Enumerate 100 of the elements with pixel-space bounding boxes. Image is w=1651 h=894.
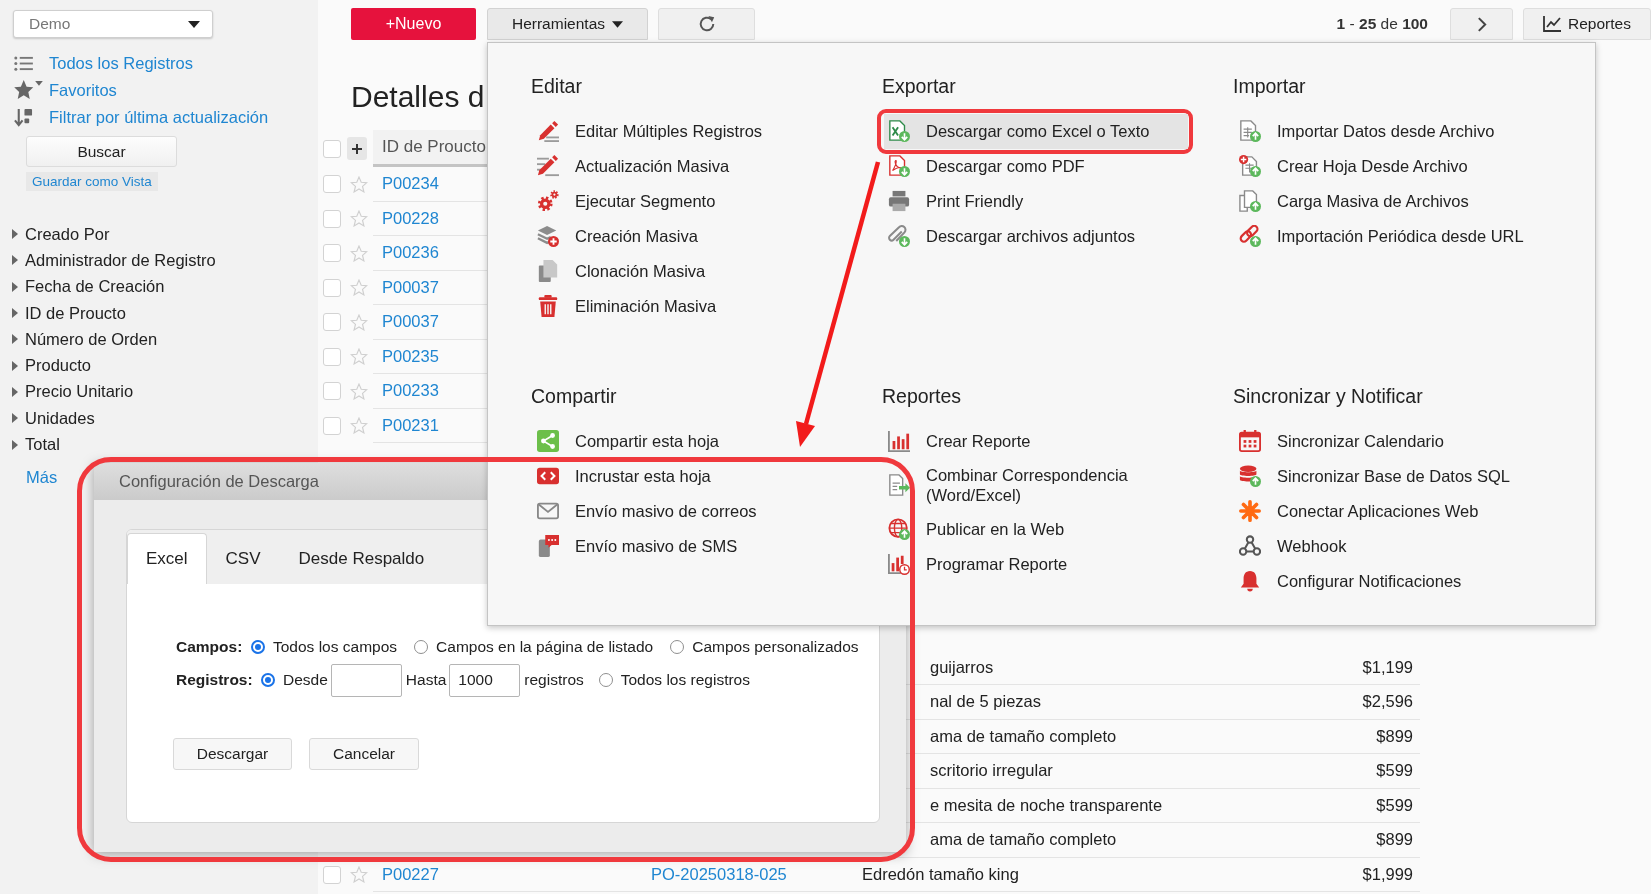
filter-field-item[interactable]: Administrador de Registro	[0, 247, 216, 274]
star-icon[interactable]	[350, 382, 368, 400]
record-id-link[interactable]: P00235	[382, 346, 439, 366]
row-checkbox[interactable]	[323, 209, 341, 228]
refresh-button[interactable]	[658, 8, 755, 40]
search-button[interactable]: Buscar	[26, 136, 177, 167]
filter-field-item[interactable]: Total	[0, 431, 60, 458]
record-id-link[interactable]: P00227	[382, 864, 439, 884]
radio-label[interactable]: Todos los registros	[620, 671, 750, 689]
menu-item[interactable]: Print Friendly	[884, 183, 1188, 219]
row-checkbox[interactable]	[323, 382, 341, 401]
menu-item[interactable]: Envío masivo de SMS	[533, 528, 837, 564]
record-id-link[interactable]: P00233	[382, 381, 439, 401]
bar-chart-icon	[888, 430, 910, 452]
menu-item[interactable]: Descargar archivos adjuntos	[884, 218, 1188, 254]
record-id-link[interactable]: P00234	[382, 174, 439, 194]
tools-button[interactable]: Herramientas	[487, 8, 648, 40]
menu-item[interactable]: Publicar en la Web	[884, 511, 1188, 547]
tab[interactable]: Desde Respaldo	[279, 533, 444, 584]
menu-item[interactable]: Descargar como PDF	[884, 148, 1188, 184]
radio-label[interactable]: Campos personalizados	[692, 638, 859, 656]
menu-item[interactable]: Sincronizar Calendario	[1235, 423, 1539, 459]
menu-item[interactable]: Eliminación Masiva	[533, 288, 837, 324]
record-id-link[interactable]: P00037	[382, 277, 439, 297]
menu-item[interactable]: Editar Múltiples Registros	[533, 113, 837, 149]
row-checkbox[interactable]	[323, 175, 341, 194]
radio-button[interactable]	[251, 640, 265, 654]
menu-item[interactable]: Conectar Aplicaciones Web	[1235, 493, 1539, 529]
sort-down-icon	[14, 107, 33, 127]
select-all-checkbox[interactable]	[323, 139, 341, 158]
record-id-link[interactable]: P00037	[382, 312, 439, 332]
radio-label[interactable]: Desde	[283, 671, 328, 689]
star-icon[interactable]	[350, 417, 368, 435]
input-field[interactable]	[330, 663, 402, 697]
add-column-button[interactable]	[347, 137, 367, 160]
link-upload-icon	[1239, 225, 1261, 247]
radio-label[interactable]: Todos los campos	[273, 638, 398, 656]
download-button[interactable]: Descargar	[173, 738, 292, 770]
record-id-link[interactable]: P00228	[382, 208, 439, 228]
filter-field-item[interactable]: ID de Proucto	[0, 299, 126, 327]
new-button[interactable]: +Nuevo	[351, 8, 476, 40]
filter-field-item[interactable]: Creado Por	[0, 221, 110, 248]
reports-button[interactable]: Reportes	[1523, 8, 1651, 40]
menu-item[interactable]: Sincronizar Base de Datos SQL	[1235, 458, 1539, 494]
menu-item[interactable]: Importar Datos desde Archivo	[1235, 113, 1539, 149]
menu-item[interactable]: Programar Reporte	[884, 546, 1188, 582]
sidebar-link[interactable]: Favoritos	[0, 76, 117, 104]
table-cell: scritorio irregular	[930, 761, 1053, 781]
menu-item[interactable]: Crear Hoja Desde Archivo	[1235, 148, 1539, 184]
radio-button[interactable]	[598, 673, 613, 687]
filter-field-item[interactable]: Unidades	[0, 405, 95, 432]
menu-item[interactable]: Creación Masiva	[533, 218, 837, 254]
menu-item[interactable]: Clonación Masiva	[533, 253, 837, 289]
sidebar-link[interactable]: Filtrar por última actualización	[0, 103, 269, 131]
menu-item[interactable]: Configurar Notificaciones	[1235, 563, 1539, 599]
star-icon[interactable]	[350, 866, 368, 884]
star-icon[interactable]	[350, 175, 368, 193]
document-arrow-icon	[888, 474, 910, 496]
radio-button[interactable]	[670, 640, 685, 654]
radio-label[interactable]: Campos en la página de listado	[436, 638, 654, 656]
menu-item[interactable]: Carga Masiva de Archivos	[1235, 183, 1539, 219]
row-checkbox[interactable]	[323, 347, 341, 366]
view-select[interactable]: Demo	[13, 10, 213, 38]
menu-item[interactable]: Actualización Masiva	[533, 148, 837, 184]
star-icon[interactable]	[350, 210, 368, 228]
filter-field-item[interactable]: Producto	[0, 352, 92, 379]
tab[interactable]: Excel	[127, 533, 207, 584]
record-id-link[interactable]: P00236	[382, 243, 439, 263]
input-field[interactable]: 1000	[449, 663, 521, 697]
paperclip-download-icon	[888, 225, 910, 247]
menu-item[interactable]: Crear Reporte	[884, 423, 1188, 459]
radio-button[interactable]	[414, 640, 429, 654]
next-page-button[interactable]	[1450, 8, 1513, 40]
star-icon[interactable]	[350, 348, 368, 366]
row-checkbox[interactable]	[323, 313, 341, 332]
menu-item[interactable]: Webhook	[1235, 528, 1539, 564]
filter-field-item[interactable]: Fecha de Creación	[0, 273, 165, 300]
plus-icon	[352, 143, 362, 154]
menu-item[interactable]: Importación Periódica desde URL	[1235, 218, 1539, 254]
star-icon[interactable]	[350, 244, 368, 262]
row-checkbox[interactable]	[323, 244, 341, 263]
star-icon[interactable]	[350, 279, 368, 297]
gears-icon	[537, 190, 559, 212]
record-id-link[interactable]: P00231	[382, 415, 439, 435]
row-checkbox[interactable]	[323, 278, 341, 297]
filter-field-item[interactable]: Precio Unitario	[0, 378, 134, 406]
cancel-button[interactable]: Cancelar	[309, 738, 419, 770]
tab[interactable]: CSV	[206, 533, 280, 584]
more-link[interactable]: Más	[26, 465, 58, 488]
pencil-lines-icon	[537, 155, 559, 177]
field-label: Registros:	[176, 671, 253, 688]
sidebar-link[interactable]: Todos los Registros	[0, 49, 193, 77]
star-icon[interactable]	[350, 313, 368, 331]
menu-item[interactable]: Descargar como Excel o Texto	[884, 113, 1188, 149]
row-checkbox[interactable]	[323, 865, 341, 884]
menu-item[interactable]: Ejecutar Segmento	[533, 183, 837, 219]
order-number-link[interactable]: PO-20250318-025	[651, 864, 787, 884]
filter-field-item[interactable]: Número de Orden	[0, 326, 158, 353]
row-checkbox[interactable]	[323, 416, 341, 435]
radio-button[interactable]	[261, 673, 275, 687]
